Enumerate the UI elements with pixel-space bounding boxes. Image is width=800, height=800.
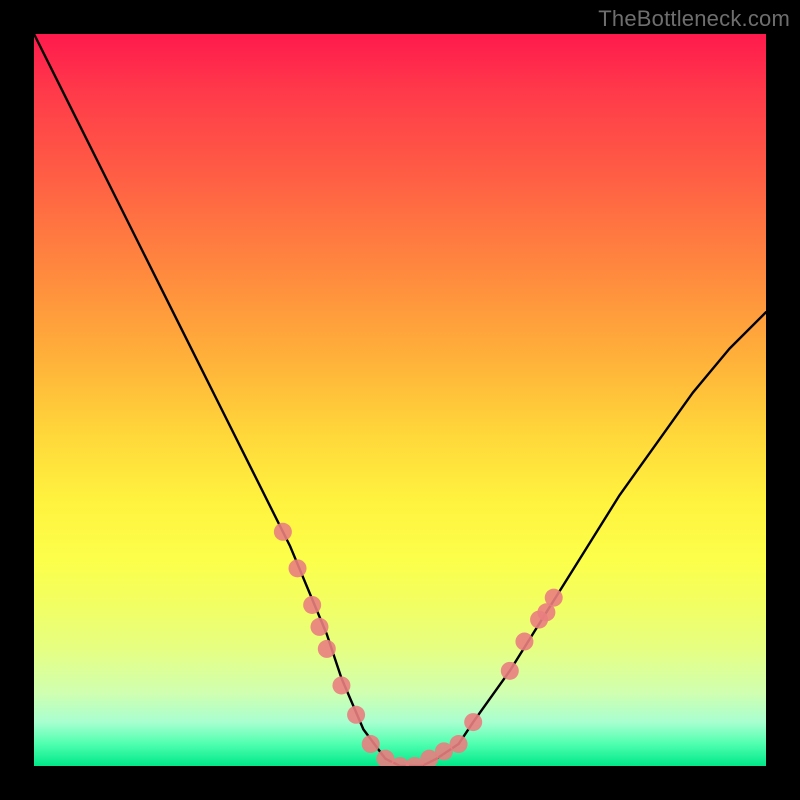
data-point	[347, 706, 365, 724]
data-point	[545, 589, 563, 607]
marker-group	[274, 523, 563, 766]
data-point	[318, 640, 336, 658]
data-point	[274, 523, 292, 541]
data-point	[501, 662, 519, 680]
data-point	[515, 633, 533, 651]
watermark-label: TheBottleneck.com	[598, 6, 790, 32]
data-point	[289, 559, 307, 577]
data-point	[464, 713, 482, 731]
data-point	[450, 735, 468, 753]
curve-group	[34, 34, 766, 766]
data-point	[303, 596, 321, 614]
data-point	[332, 676, 350, 694]
chart-svg	[34, 34, 766, 766]
data-point	[362, 735, 380, 753]
data-point	[310, 618, 328, 636]
bottleneck-curve	[34, 34, 766, 766]
chart-plot-area	[34, 34, 766, 766]
